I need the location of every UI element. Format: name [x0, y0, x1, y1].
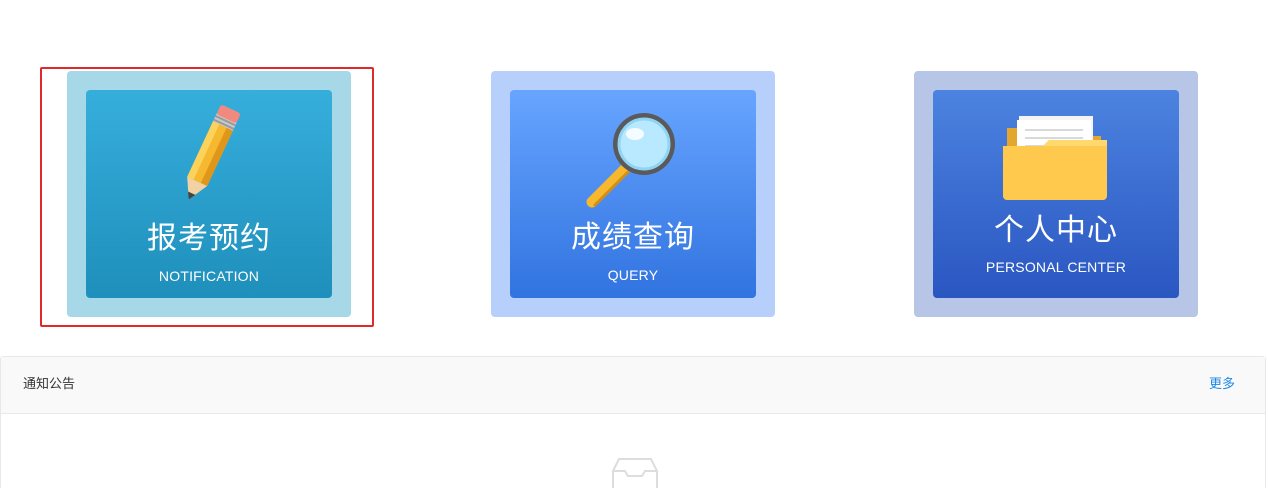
card-subtitle: QUERY — [607, 267, 659, 283]
notice-panel: 通知公告 更多 — [0, 356, 1266, 488]
card-score-query-panel[interactable]: 成绩查询 QUERY — [510, 90, 756, 298]
magnifier-icon — [582, 106, 686, 214]
pencil-icon — [174, 104, 244, 212]
card-title: 个人中心 — [994, 213, 1118, 248]
card-score-query[interactable]: 成绩查询 QUERY — [491, 71, 775, 317]
notice-header: 通知公告 更多 — [1, 357, 1265, 414]
main-page: 报考预约 NOTIFICATION 成绩查询 QUERY 个人中心 PERSON… — [0, 0, 1268, 488]
card-subtitle: PERSONAL CENTER — [985, 259, 1127, 275]
folder-icon — [1003, 114, 1107, 204]
more-link[interactable]: 更多 — [1209, 377, 1235, 393]
card-personal-center-panel[interactable]: 个人中心 PERSONAL CENTER — [933, 90, 1179, 298]
empty-box-icon — [611, 457, 659, 488]
card-exam-booking-panel[interactable]: 报考预约 NOTIFICATION — [86, 90, 332, 298]
card-subtitle: NOTIFICATION — [158, 268, 260, 284]
card-title: 报考预约 — [147, 221, 271, 256]
notice-title: 通知公告 — [23, 377, 76, 392]
card-personal-center[interactable]: 个人中心 PERSONAL CENTER — [914, 71, 1198, 317]
card-exam-booking[interactable]: 报考预约 NOTIFICATION — [67, 71, 351, 317]
card-title: 成绩查询 — [571, 220, 695, 255]
